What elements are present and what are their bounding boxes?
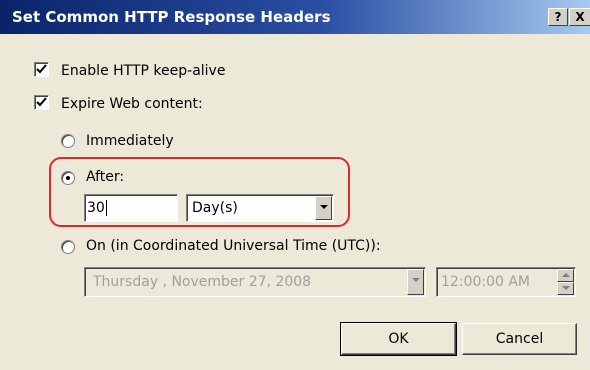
cancel-button[interactable]: Cancel: [462, 323, 577, 355]
ok-button[interactable]: OK: [340, 322, 457, 356]
radio-selected-dot: [66, 176, 70, 180]
after-unit-select[interactable]: Day(s): [186, 194, 334, 222]
time-spin-up[interactable]: [557, 269, 574, 282]
dialog: Set Common HTTP Response Headers ? X Ena…: [0, 0, 590, 370]
chevron-down-icon: [412, 278, 420, 282]
arrow-down-icon: [562, 286, 570, 290]
text-caret: [106, 200, 107, 216]
on-radio[interactable]: [61, 240, 75, 254]
keep-alive-text: Enable HTTP keep-alive: [61, 63, 226, 79]
after-value-input[interactable]: 30: [84, 194, 178, 222]
chevron-down-icon: [320, 205, 328, 209]
checkmark-icon: [36, 97, 47, 107]
after-value-text: 30: [87, 200, 105, 216]
after-radio[interactable]: [61, 171, 75, 185]
date-picker[interactable]: Thursday , November 27, 2008: [84, 267, 426, 297]
time-spin-down[interactable]: [557, 282, 574, 295]
after-unit-value: Day(s): [192, 200, 238, 216]
on-utc-label[interactable]: On (in Coordinated Universal Time (UTC))…: [86, 238, 381, 254]
time-value: 12:00:00 AM: [441, 274, 530, 290]
help-button[interactable]: ?: [548, 8, 568, 26]
checkmark-icon: [36, 64, 47, 74]
close-button[interactable]: X: [569, 8, 590, 26]
immediately-radio[interactable]: [61, 134, 75, 148]
dropdown-button[interactable]: [315, 196, 332, 220]
date-dropdown-button[interactable]: [407, 269, 424, 295]
keep-alive-label[interactable]: Enable HTTP keep-alive: [61, 63, 225, 79]
keep-alive-checkbox[interactable]: [34, 62, 49, 77]
expire-web-content-label[interactable]: Expire Web content:: [61, 96, 203, 112]
expire-web-content-checkbox[interactable]: [34, 95, 49, 110]
arrow-up-icon: [562, 273, 570, 277]
after-label[interactable]: After:: [86, 169, 124, 185]
immediately-label[interactable]: Immediately: [86, 133, 174, 149]
date-value: Thursday , November 27, 2008: [93, 274, 312, 290]
window-title: Set Common HTTP Response Headers: [12, 8, 331, 26]
time-picker[interactable]: 12:00:00 AM: [436, 267, 576, 297]
title-bar[interactable]: Set Common HTTP Response Headers ? X: [0, 0, 590, 34]
